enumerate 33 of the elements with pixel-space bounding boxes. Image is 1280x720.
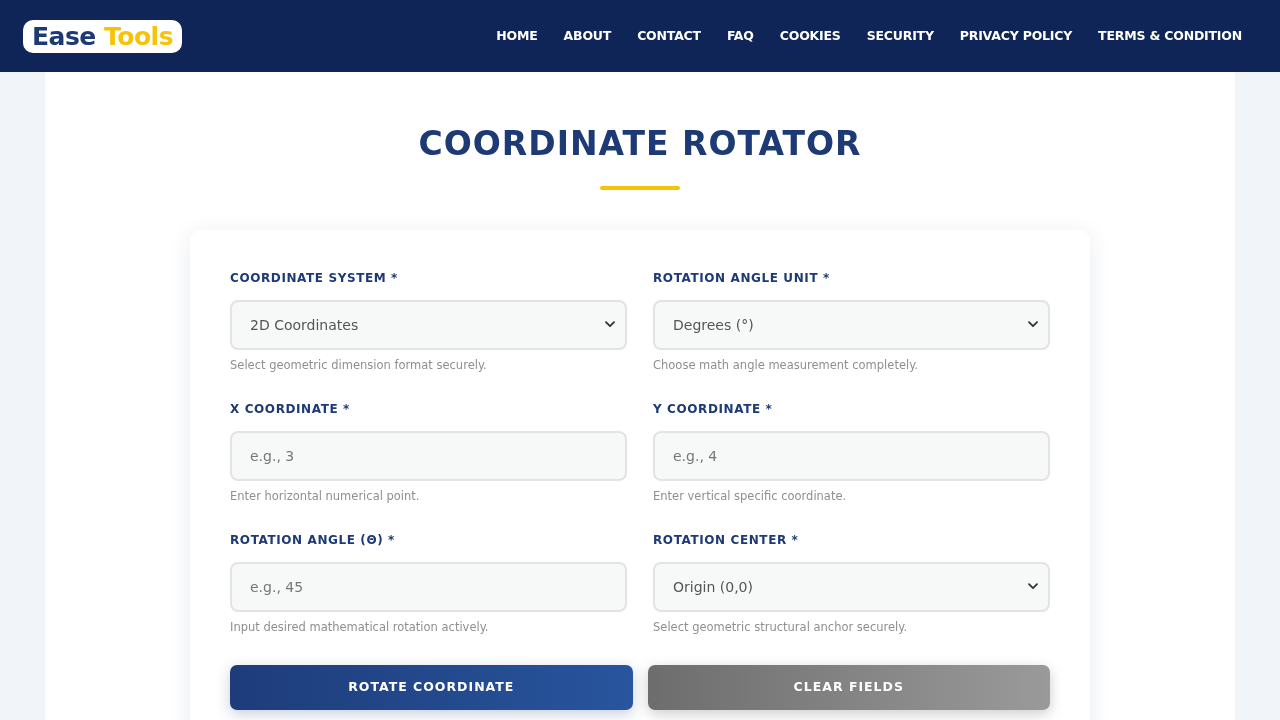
field-label: ROTATION CENTER * — [653, 532, 800, 548]
field-label: ROTATION ANGLE (Θ) * — [230, 532, 396, 548]
nav-link[interactable]: SECURITY — [853, 26, 947, 46]
nav-link[interactable]: FAQ — [713, 26, 767, 46]
nav-link[interactable]: HOME — [483, 26, 551, 46]
select-field[interactable]: Degrees (°) — [653, 300, 1050, 350]
nav-link[interactable]: ABOUT — [550, 26, 625, 46]
nav-link[interactable]: CONTACT — [624, 26, 714, 46]
field-label: X COORDINATE * — [230, 401, 351, 417]
rotate-button[interactable]: ROTATE COORDINATE — [230, 665, 633, 710]
help-text: Enter vertical specific coordinate. — [653, 488, 848, 504]
nav-link[interactable]: TERMS & CONDITION — [1085, 26, 1257, 46]
field-label: ROTATION ANGLE UNIT * — [653, 270, 831, 286]
input-field[interactable]: e.g., 45 — [230, 562, 627, 612]
clear-button[interactable]: CLEAR FIELDS — [647, 665, 1050, 710]
help-text: Enter horizontal numerical point. — [230, 488, 421, 504]
field-label: COORDINATE SYSTEM * — [230, 270, 399, 286]
help-text: Input desired mathematical rotation actively. — [230, 619, 490, 635]
chevron-down-icon — [1028, 583, 1038, 590]
field-label: Y COORDINATE * — [653, 401, 774, 417]
nav-link[interactable]: COOKIES — [766, 26, 854, 46]
logo[interactable]: Ease Tools — [23, 19, 183, 53]
chevron-down-icon — [1028, 321, 1038, 328]
input-field[interactable]: e.g., 4 — [653, 431, 1050, 481]
nav-link[interactable]: PRIVACY POLICY — [946, 26, 1086, 46]
page-title: COORDINATE ROTATOR — [417, 123, 863, 164]
help-text: Choose math angle measurement completely. — [653, 357, 919, 373]
chevron-down-icon — [605, 321, 615, 328]
help-text: Select geometric structural anchor securely. — [653, 619, 909, 635]
help-text: Select geometric dimension format securely. — [230, 357, 488, 373]
input-field[interactable]: e.g., 3 — [230, 431, 627, 481]
select-field[interactable]: 2D Coordinates — [230, 300, 627, 350]
select-field[interactable]: Origin (0,0) — [653, 562, 1050, 612]
